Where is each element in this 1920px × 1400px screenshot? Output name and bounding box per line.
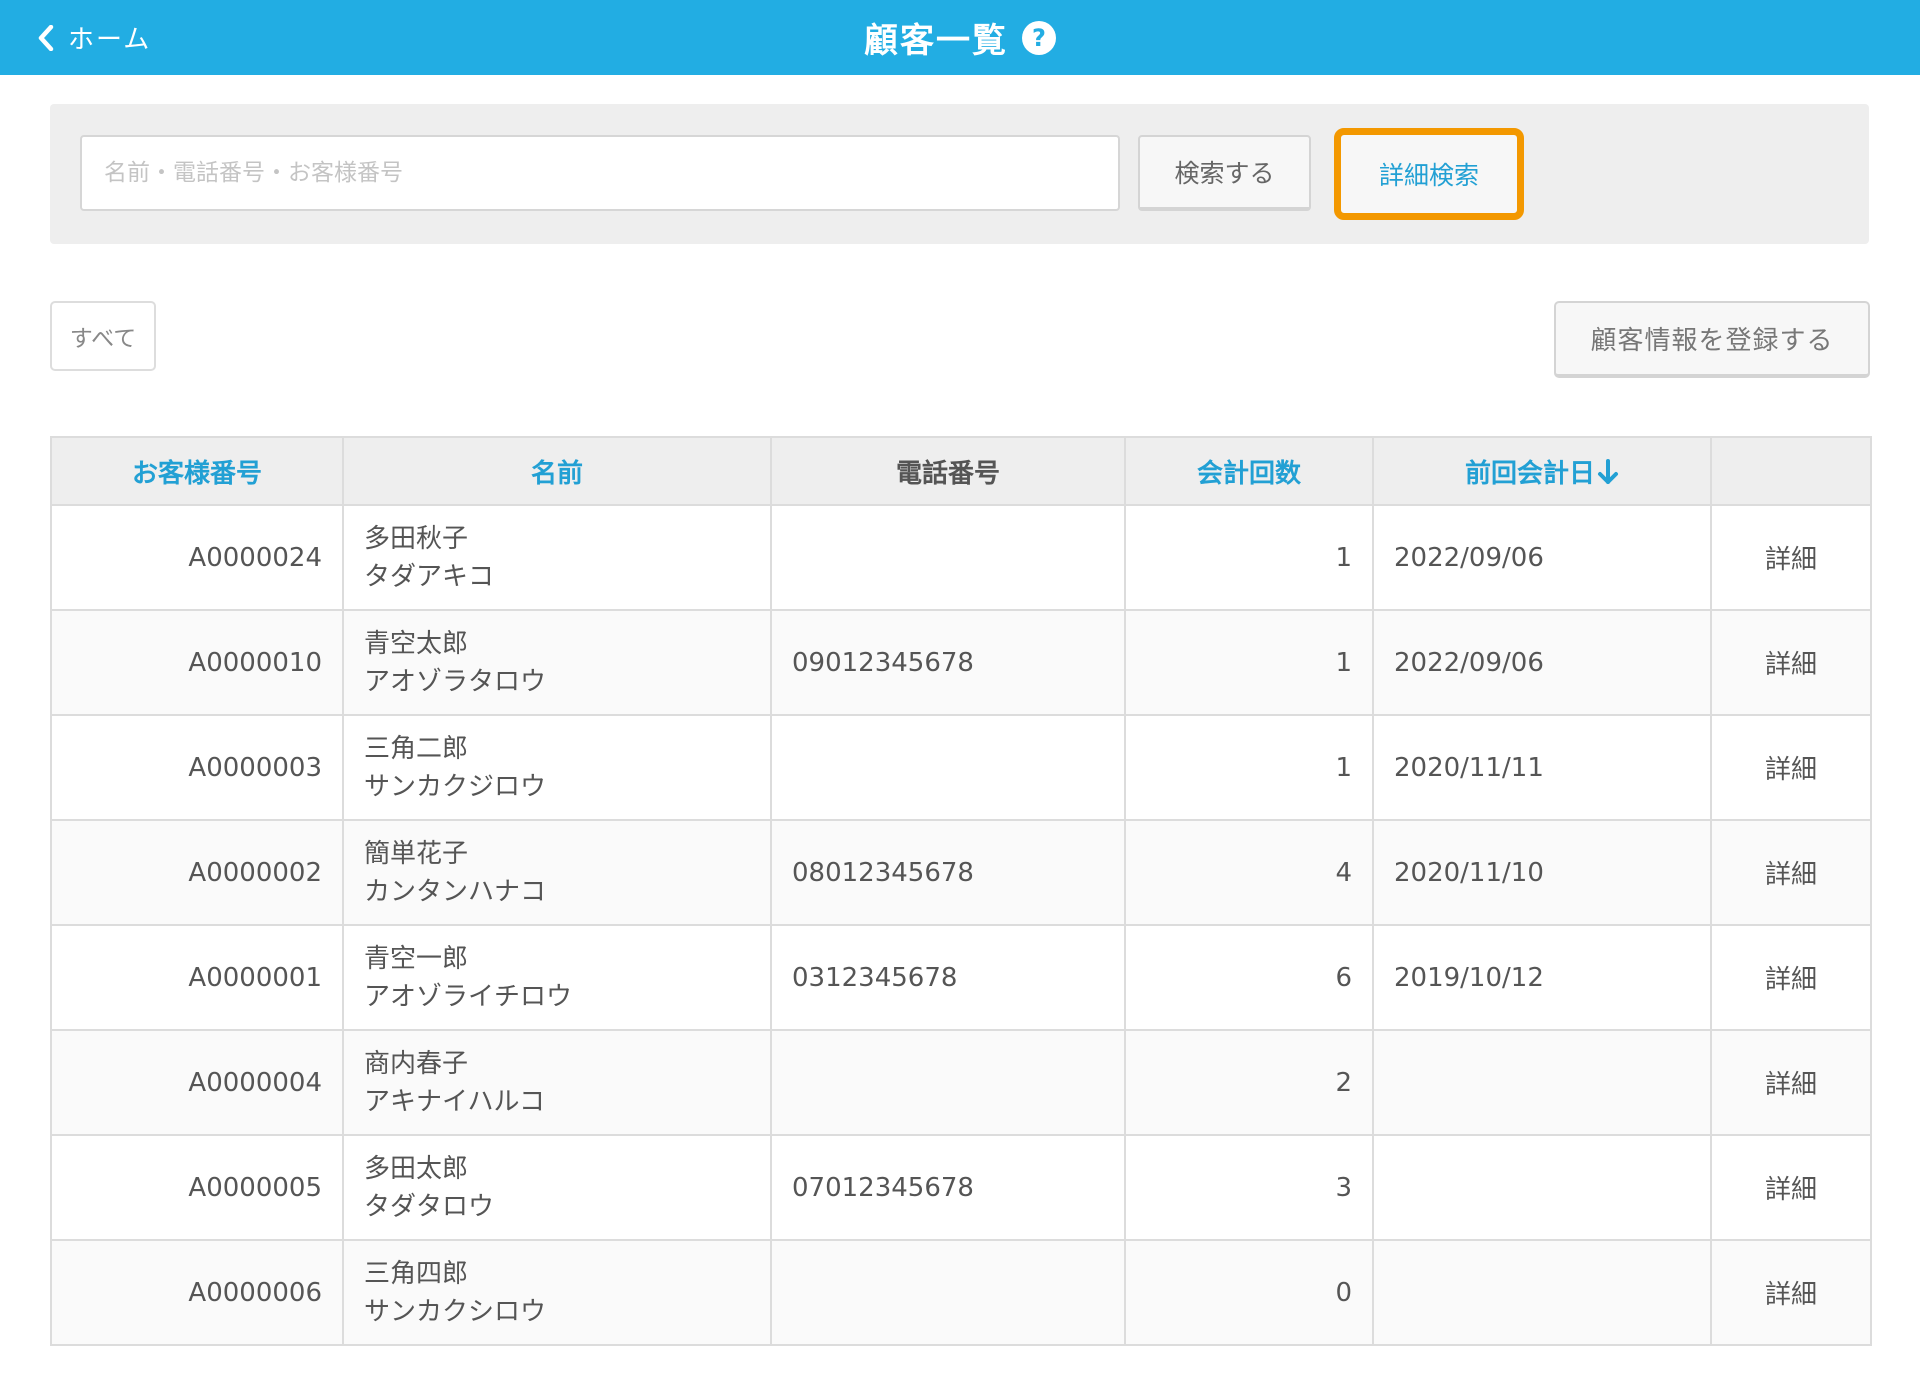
table-row: A0000001 青空一郎 アオゾライチロウ 0312345678 6 2019/10/1… xyxy=(50,924,1872,1031)
search-input[interactable] xyxy=(80,135,1120,211)
table-row: A0000002 簡単花子 カンタンハナコ 08012345678 4 2020/11/1… xyxy=(50,819,1872,926)
header-phone: 電話番号 xyxy=(770,436,1126,506)
customer-no-cell: A0000001 xyxy=(50,924,344,1031)
detail-link[interactable]: 詳細 xyxy=(1710,714,1872,821)
header-actions xyxy=(1710,436,1872,506)
name-cell: 商内春子アキナイハルコ xyxy=(342,1029,772,1136)
name-cell: 簡単花子カンタンハナコ xyxy=(342,819,772,926)
last-date-cell: 2020/11/11 xyxy=(1372,714,1712,821)
last-date-cell xyxy=(1372,1029,1712,1136)
register-customer-button[interactable]: 顧客情報を登録する xyxy=(1554,301,1870,378)
name-cell: 青空一郎アオゾライチロウ xyxy=(342,924,772,1031)
search-button[interactable]: 検索する xyxy=(1138,135,1311,211)
last-date-cell: 2022/09/06 xyxy=(1372,609,1712,716)
phone-cell xyxy=(770,714,1126,821)
top-bar: ホーム 顧客一覧 ? xyxy=(0,0,1920,75)
table-row: A0000024 多田秋子 タダアキコ 1 2022/09/06 詳細 xyxy=(50,504,1872,611)
detail-link[interactable]: 詳細 xyxy=(1710,1134,1872,1241)
customer-no-cell: A0000005 xyxy=(50,1134,344,1241)
detail-link[interactable]: 詳細 xyxy=(1710,609,1872,716)
header-name[interactable]: 名前 xyxy=(342,436,772,506)
phone-cell xyxy=(770,1239,1126,1346)
customer-no-cell: A0000004 xyxy=(50,1029,344,1136)
customer-no-cell: A0000006 xyxy=(50,1239,344,1346)
last-date-cell: 2019/10/12 xyxy=(1372,924,1712,1031)
header-last-date[interactable]: 前回会計日 xyxy=(1372,436,1712,506)
phone-cell: 0312345678 xyxy=(770,924,1126,1031)
phone-cell xyxy=(770,1029,1126,1136)
detail-link[interactable]: 詳細 xyxy=(1710,1029,1872,1136)
customer-name: 三角四郎 xyxy=(364,1258,469,1289)
visit-count-cell: 1 xyxy=(1124,504,1374,611)
detail-link[interactable]: 詳細 xyxy=(1710,924,1872,1031)
phone-cell: 07012345678 xyxy=(770,1134,1126,1241)
phone-cell: 09012345678 xyxy=(770,609,1126,716)
header-last-date-label: 前回会計日 xyxy=(1464,458,1595,489)
customer-name-kana: アキナイハルコ xyxy=(364,1086,545,1117)
visit-count-cell: 1 xyxy=(1124,714,1374,821)
customer-name: 青空太郎 xyxy=(364,628,469,659)
table-row: A0000004 商内春子 アキナイハルコ 2 詳細 xyxy=(50,1029,1872,1136)
customer-name-kana: カンタンハナコ xyxy=(364,876,547,907)
detail-link[interactable]: 詳細 xyxy=(1710,504,1872,611)
customer-name: 商内春子 xyxy=(364,1048,469,1079)
customer-name: 多田秋子 xyxy=(364,523,469,554)
table-row: A0000010 青空太郎 アオゾラタロウ 09012345678 1 2022/09/0… xyxy=(50,609,1872,716)
arrow-down-icon xyxy=(1598,458,1618,484)
customer-no-cell: A0000024 xyxy=(50,504,344,611)
header-customer-no[interactable]: お客様番号 xyxy=(50,436,344,506)
customer-name-kana: タダアキコ xyxy=(364,561,495,592)
customer-table: お客様番号 名前 電話番号 会計回数 前回会計日 A0000024 多田秋子 タダア… xyxy=(50,436,1872,1346)
table-row: A0000006 三角四郎 サンカクシロウ 0 詳細 xyxy=(50,1239,1872,1346)
visit-count-cell: 4 xyxy=(1124,819,1374,926)
table-header-row: お客様番号 名前 電話番号 会計回数 前回会計日 xyxy=(50,436,1872,506)
customer-name-kana: サンカクジロウ xyxy=(364,771,547,802)
phone-cell: 08012345678 xyxy=(770,819,1126,926)
name-cell: 青空太郎アオゾラタロウ xyxy=(342,609,772,716)
customer-no-cell: A0000003 xyxy=(50,714,344,821)
last-date-cell xyxy=(1372,1239,1712,1346)
name-cell: 三角四郎サンカクシロウ xyxy=(342,1239,772,1346)
customer-name: 三角二郎 xyxy=(364,733,469,764)
customer-no-cell: A0000002 xyxy=(50,819,344,926)
last-date-cell: 2022/09/06 xyxy=(1372,504,1712,611)
help-icon[interactable]: ? xyxy=(1022,20,1056,55)
customer-no-cell: A0000010 xyxy=(50,609,344,716)
visit-count-cell: 6 xyxy=(1124,924,1374,1031)
visit-count-cell: 0 xyxy=(1124,1239,1374,1346)
customer-name-kana: アオゾライチロウ xyxy=(364,981,573,1012)
table-row: A0000005 多田太郎 タダタロウ 07012345678 3 詳細 xyxy=(50,1134,1872,1241)
name-cell: 多田太郎 タダタロウ xyxy=(342,1134,772,1241)
customer-name: 多田太郎 xyxy=(364,1153,469,1184)
customer-name: 青空一郎 xyxy=(364,943,469,974)
header-visit-count[interactable]: 会計回数 xyxy=(1124,436,1374,506)
customer-name: 簡単花子 xyxy=(364,838,469,869)
page-title: 顧客一覧 xyxy=(864,21,1008,61)
visit-count-cell: 1 xyxy=(1124,609,1374,716)
phone-cell xyxy=(770,504,1126,611)
detail-link[interactable]: 詳細 xyxy=(1710,819,1872,926)
table-row: A0000003 三角二郎 サンカクジロウ 1 2020/11/11 詳細 xyxy=(50,714,1872,821)
filter-all-button[interactable]: すべて xyxy=(50,301,156,371)
table-body: A0000024 多田秋子 タダアキコ 1 2022/09/06 詳細 A0000010 青空… xyxy=(50,504,1872,1346)
last-date-cell xyxy=(1372,1134,1712,1241)
name-cell: 多田秋子 タダアキコ xyxy=(342,504,772,611)
customer-name-kana: サンカクシロウ xyxy=(364,1296,547,1327)
customer-name-kana: アオゾラタロウ xyxy=(364,666,547,697)
detail-link[interactable]: 詳細 xyxy=(1710,1239,1872,1346)
title-group: 顧客一覧 ? xyxy=(0,0,1920,75)
name-cell: 三角二郎サンカクジロウ xyxy=(342,714,772,821)
customer-name-kana: タダタロウ xyxy=(364,1191,495,1222)
visit-count-cell: 2 xyxy=(1124,1029,1374,1136)
detail-search-button[interactable]: 詳細検索 xyxy=(1334,128,1524,220)
search-panel: 検索する 詳細検索 xyxy=(50,104,1869,244)
visit-count-cell: 3 xyxy=(1124,1134,1374,1241)
last-date-cell: 2020/11/10 xyxy=(1372,819,1712,926)
